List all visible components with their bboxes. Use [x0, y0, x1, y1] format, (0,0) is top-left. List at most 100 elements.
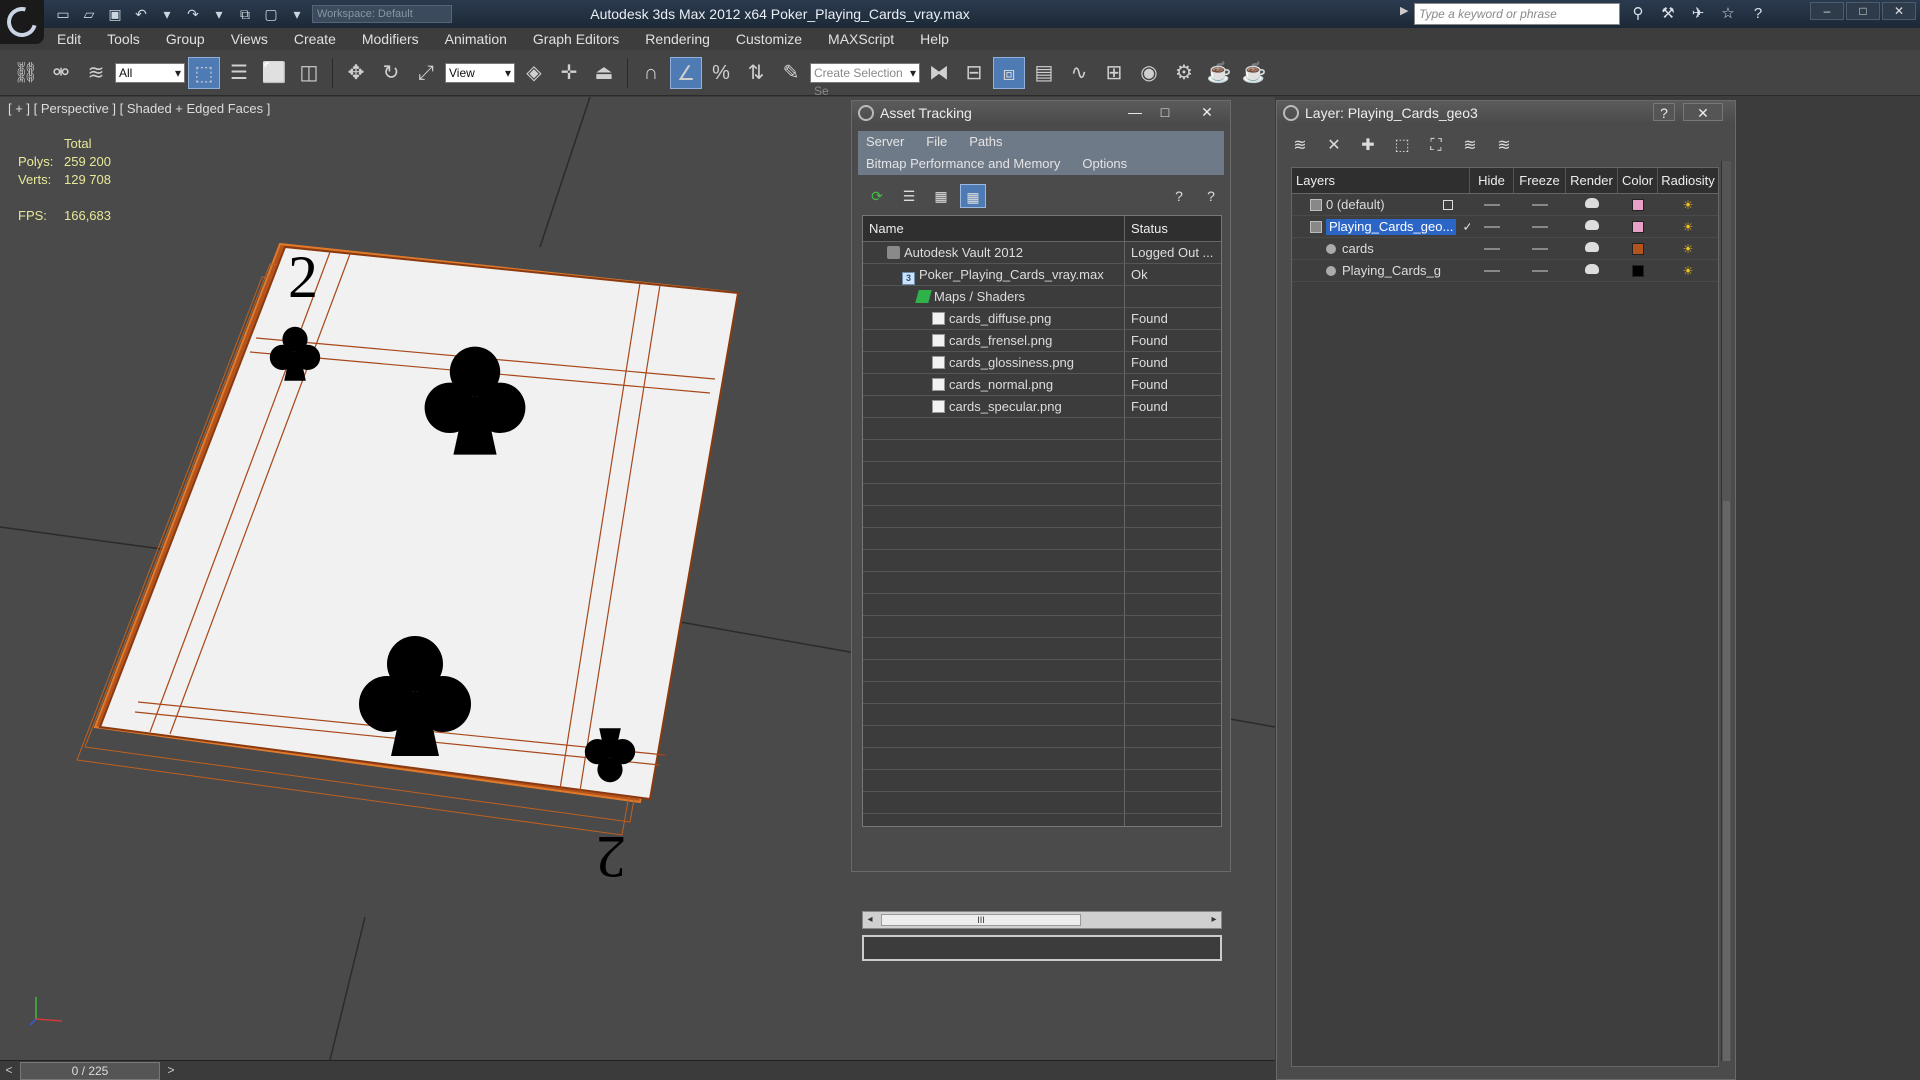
binoculars-icon[interactable]: ⚲: [1626, 3, 1650, 25]
time-next-button[interactable]: >: [162, 1063, 180, 1079]
render-cell[interactable]: [1566, 220, 1618, 233]
layer-scroll-thumb[interactable]: [1723, 501, 1730, 1061]
asset-tracking-titlebar[interactable]: Asset Tracking — □ ✕: [852, 101, 1230, 125]
hide-cell[interactable]: [1470, 221, 1514, 233]
menu-rendering[interactable]: Rendering: [632, 28, 723, 50]
rotate-icon[interactable]: ↻: [375, 57, 407, 89]
radiosity-cell[interactable]: ☀: [1658, 264, 1718, 278]
snaps-toggle-icon[interactable]: ∩: [635, 57, 667, 89]
mirror-icon[interactable]: ⧓: [923, 57, 955, 89]
menu-graph-editors[interactable]: Graph Editors: [520, 28, 632, 50]
render-production-icon[interactable]: ☕: [1238, 57, 1270, 89]
add-to-layer-icon[interactable]: ✚: [1355, 134, 1381, 158]
asset-close-button[interactable]: ✕: [1196, 103, 1218, 121]
selection-filter-select[interactable]: All: [115, 62, 185, 83]
layer-name-cell[interactable]: Playing_Cards_g: [1292, 263, 1470, 278]
time-prev-button[interactable]: <: [0, 1063, 18, 1079]
new-file-icon[interactable]: ▭: [52, 4, 74, 24]
layer-row[interactable]: Playing_Cards_g ☀: [1292, 260, 1718, 282]
menu-modifiers[interactable]: Modifiers: [349, 28, 432, 50]
radiosity-cell[interactable]: ☀: [1658, 220, 1718, 234]
menu-group[interactable]: Group: [153, 28, 218, 50]
percent-snap-icon[interactable]: %: [705, 57, 737, 89]
column-name-header[interactable]: Name: [863, 216, 1125, 241]
menu-create[interactable]: Create: [281, 28, 349, 50]
menu-maxscript[interactable]: MAXScript: [815, 28, 907, 50]
asset-horizontal-scrollbar[interactable]: ◂ III ▸: [862, 911, 1222, 929]
keyboard-shortcut-override-icon[interactable]: ⏏: [588, 57, 620, 89]
at-help-icon[interactable]: ?: [1166, 184, 1192, 208]
layer-help-button[interactable]: ?: [1653, 103, 1675, 121]
radiosity-column-header[interactable]: Radiosity: [1658, 168, 1718, 193]
workspace-select[interactable]: Workspace: Default: [312, 5, 452, 23]
asset-row[interactable]: cards_glossiness.png Found: [863, 352, 1221, 374]
viewport-label[interactable]: [ + ] [ Perspective ] [ Shaded + Edged F…: [8, 101, 270, 116]
menu-animation[interactable]: Animation: [432, 28, 520, 50]
link-icon[interactable]: ⛓: [10, 57, 42, 89]
create-new-layer-icon[interactable]: ≋: [1287, 134, 1313, 158]
redo-dropdown-icon[interactable]: ▾: [208, 4, 230, 24]
thumbnail-view-icon[interactable]: ▦: [928, 184, 954, 208]
search-expand-icon[interactable]: ▶: [1400, 4, 1412, 24]
hide-cell[interactable]: [1470, 243, 1514, 255]
material-editor-icon[interactable]: ◉: [1133, 57, 1165, 89]
menu-edit[interactable]: Edit: [44, 28, 94, 50]
delete-layer-icon[interactable]: ✕: [1321, 134, 1347, 158]
asset-row[interactable]: Autodesk Vault 2012 Logged Out ...: [863, 242, 1221, 264]
at-menu-bitmap-performance[interactable]: Bitmap Performance and Memory: [866, 153, 1060, 175]
render-cell[interactable]: [1566, 198, 1618, 211]
edit-named-selection-icon[interactable]: ✎: [775, 57, 807, 89]
asset-row[interactable]: cards_diffuse.png Found: [863, 308, 1221, 330]
render-cell[interactable]: [1566, 264, 1618, 277]
color-column-header[interactable]: Color: [1618, 168, 1658, 193]
minimize-button[interactable]: –: [1810, 2, 1844, 20]
layer-row[interactable]: 0 (default) ☀: [1292, 194, 1718, 216]
unlink-icon[interactable]: ⚮: [45, 57, 77, 89]
current-layer-checkbox[interactable]: [1442, 200, 1453, 210]
scroll-thumb[interactable]: III: [881, 914, 1081, 926]
at-context-help-icon[interactable]: ?: [1198, 184, 1224, 208]
save-file-icon[interactable]: ▣: [104, 4, 126, 24]
open-file-icon[interactable]: ▱: [78, 4, 100, 24]
hide-cell[interactable]: [1470, 265, 1514, 277]
hold-icon[interactable]: ⧉: [234, 4, 256, 24]
freeze-cell[interactable]: [1514, 221, 1566, 233]
at-menu-file[interactable]: File: [926, 131, 947, 153]
select-highlighted-icon[interactable]: ⬚: [1389, 134, 1415, 158]
layer-vertical-scrollbar[interactable]: [1721, 161, 1731, 1061]
hide-cell[interactable]: [1470, 199, 1514, 211]
close-button[interactable]: ✕: [1882, 2, 1916, 20]
help-icon[interactable]: ?: [1746, 3, 1770, 25]
color-cell[interactable]: [1618, 264, 1658, 277]
asset-row[interactable]: cards_normal.png Found: [863, 374, 1221, 396]
align-icon[interactable]: ⊟: [958, 57, 990, 89]
table-view-icon[interactable]: ▦: [960, 184, 986, 208]
layers-column-header[interactable]: Layers: [1292, 168, 1470, 193]
bind-space-warp-icon[interactable]: ≋: [80, 57, 112, 89]
menu-views[interactable]: Views: [218, 28, 281, 50]
asset-row[interactable]: Maps / Shaders: [863, 286, 1221, 308]
column-status-header[interactable]: Status: [1125, 216, 1221, 241]
color-cell[interactable]: [1618, 220, 1658, 233]
favorites-star-icon[interactable]: ☆: [1716, 3, 1740, 25]
select-object-icon[interactable]: ⬚: [188, 56, 220, 89]
layer-row[interactable]: Playing_Cards_geo... ✓ ☀: [1292, 216, 1718, 238]
scroll-left-icon[interactable]: ◂: [863, 912, 877, 928]
scale-icon[interactable]: ⤢: [410, 57, 442, 89]
hide-unhide-all-icon[interactable]: ≋: [1457, 134, 1483, 158]
radiosity-cell[interactable]: ☀: [1658, 198, 1718, 212]
freeze-cell[interactable]: [1514, 243, 1566, 255]
subscription-icon[interactable]: ⚒: [1656, 3, 1680, 25]
at-menu-paths[interactable]: Paths: [969, 131, 1002, 153]
at-menu-options[interactable]: Options: [1082, 153, 1127, 175]
rectangular-selection-icon[interactable]: ⬜: [258, 57, 290, 89]
refresh-icon[interactable]: ⟳: [864, 184, 890, 208]
menu-tools[interactable]: Tools: [94, 28, 153, 50]
angle-snap-icon[interactable]: ∠: [670, 56, 702, 89]
spinner-snap-icon[interactable]: ⇅: [740, 57, 772, 89]
ribbon-icon[interactable]: ▤: [1028, 57, 1060, 89]
radiosity-cell[interactable]: ☀: [1658, 242, 1718, 256]
layer-name-cell[interactable]: cards: [1292, 241, 1470, 256]
curve-editor-icon[interactable]: ∿: [1063, 57, 1095, 89]
undo-icon[interactable]: ↶: [130, 4, 152, 24]
